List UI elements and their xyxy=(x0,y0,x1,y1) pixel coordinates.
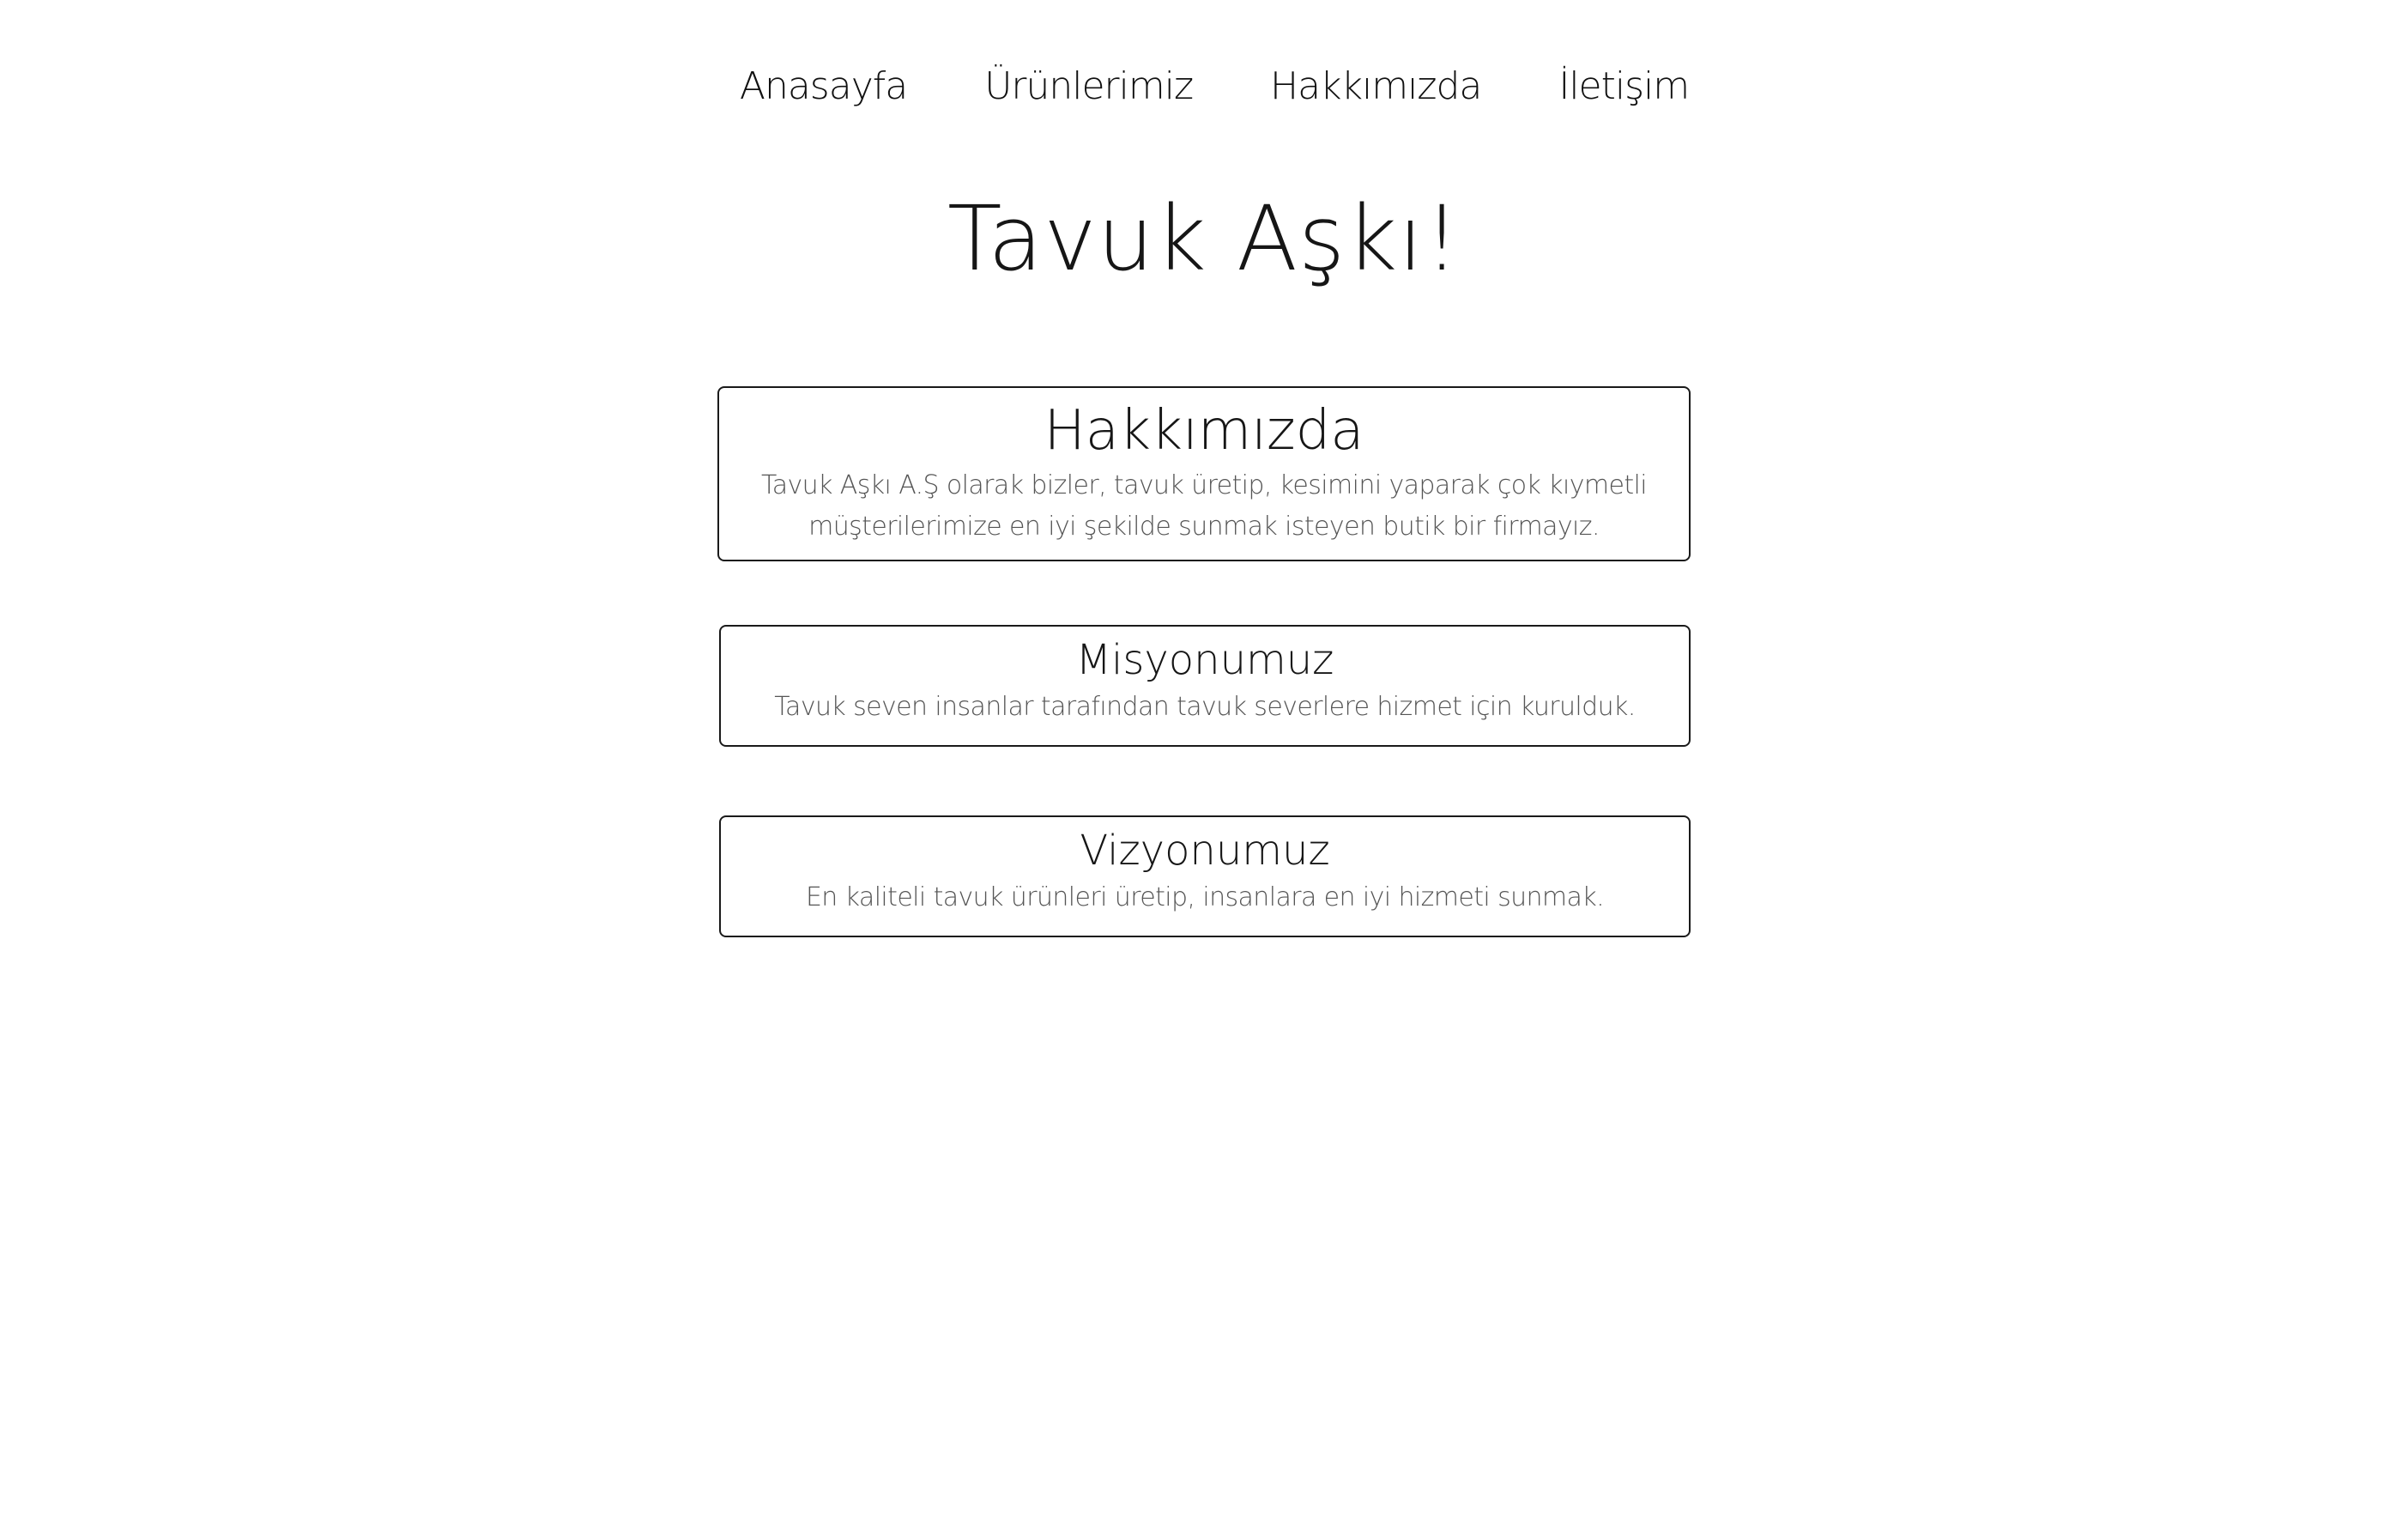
mission-card: Misyonumuz Tavuk seven insanlar tarafınd… xyxy=(719,625,1691,747)
vision-card-text: En kaliteli tavuk ürünleri üretip, insan… xyxy=(805,882,1605,912)
nav-link-urunlerimiz[interactable]: Ürünlerimiz xyxy=(984,64,1194,108)
about-card-text: Tavuk Aşkı A.Ş olarak bizler, tavuk üret… xyxy=(760,470,1648,542)
nav-link-hakkimizda[interactable]: Hakkımızda xyxy=(1270,64,1482,108)
mission-card-text: Tavuk seven insanlar tarafından tavuk se… xyxy=(774,692,1636,722)
vision-card-title: Vizyonumuz xyxy=(1080,827,1330,875)
main-navigation: Anasayfa Ürünlerimiz Hakkımızda İletişim xyxy=(0,52,2408,120)
about-card: Hakkımızda Tavuk Aşkı A.Ş olarak bizler,… xyxy=(717,386,1691,561)
vision-card: Vizyonumuz En kaliteli tavuk ürünleri ür… xyxy=(719,815,1691,937)
nav-link-iletisim[interactable]: İletişim xyxy=(1558,64,1690,108)
nav-links: Anasayfa Ürünlerimiz Hakkımızda İletişim xyxy=(740,64,1690,108)
about-card-title: Hakkımızda xyxy=(1044,399,1364,463)
page-title: Tavuk Aşkı! xyxy=(947,186,1461,291)
nav-link-anasayfa[interactable]: Anasayfa xyxy=(740,64,908,108)
mission-card-title: Misyonumuz xyxy=(1075,636,1334,684)
